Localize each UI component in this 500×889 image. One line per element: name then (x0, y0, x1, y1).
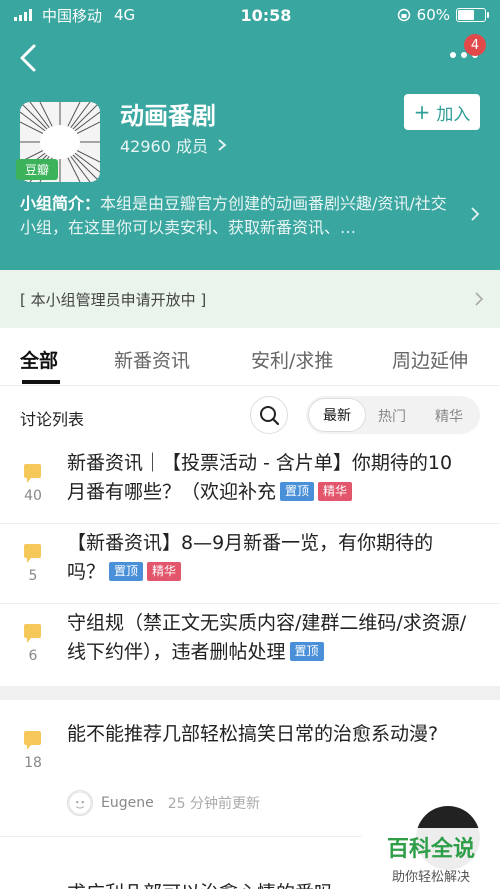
member-count: 42960 成员 (120, 137, 208, 156)
chevron-right-icon (471, 207, 480, 221)
signal-icon (14, 9, 32, 21)
watermark: 百科全说 助你轻松解决 (362, 828, 500, 889)
group-name: 动画番剧 (120, 102, 216, 130)
comment-count: 40 (24, 488, 42, 504)
section-divider (0, 686, 500, 700)
list-item[interactable]: 5 【新番资讯】8—9月新番一览，有你期待的吗？ 置顶 精华 (0, 524, 500, 604)
search-icon (260, 406, 280, 426)
battery-icon (456, 8, 489, 22)
category-tabs: 全部 新番资讯 安利/求推 周边延伸 (0, 328, 500, 386)
rotation-lock-icon (397, 8, 410, 22)
watermark-title: 百科全说 (386, 837, 475, 862)
post-title-wrap: 新番资讯｜【投票活动 - 含片单】你期待的10月番有哪些？（欢迎补充 置顶 精华 (67, 449, 470, 507)
admin-notice[interactable]: [ 本小组管理员申请开放中 ] (0, 270, 500, 328)
join-button[interactable]: + 加入 (404, 94, 480, 130)
member-count-link[interactable]: 42960 成员 (120, 133, 227, 157)
sort-best[interactable]: 精华 (435, 406, 463, 426)
clock: 10:58 (240, 5, 292, 25)
plus-icon: + (413, 100, 431, 124)
post-title: 守组规（禁正文无实质内容/建群二维码/求资源/线下约伴），违者删帖处理 (67, 612, 467, 663)
post-title: 新番资讯｜【投票活动 - 含片单】你期待的10月番有哪些？（欢迎补充 (67, 452, 453, 503)
active-tab-indicator (22, 380, 60, 384)
partial-post-title[interactable]: 求广利几部可以治愈心情的番吗 (67, 878, 333, 889)
avatar (67, 790, 93, 816)
pinned-badge: 置顶 (109, 562, 144, 581)
search-button[interactable] (250, 396, 288, 434)
post-title-wrap: 【新番资讯】8—9月新番一览，有你期待的吗？ 置顶 精华 (67, 529, 470, 587)
status-bar: 中国移动 4G 10:58 60% (0, 0, 500, 30)
more-dot-icon (461, 52, 467, 58)
author-info: Eugene 25 分钟前更新 (67, 790, 260, 816)
pinned-badge: 置顶 (280, 482, 315, 501)
author-name[interactable]: Eugene (101, 795, 154, 811)
tab-recommend[interactable]: 安利/求推 (251, 346, 333, 373)
tab-merch[interactable]: 周边延伸 (392, 346, 468, 373)
back-button[interactable] (14, 40, 44, 76)
chevron-right-icon (475, 292, 484, 306)
intro-label: 小组简介： (20, 194, 101, 213)
featured-badge: 精华 (318, 482, 353, 501)
network-label: 4G (114, 6, 136, 24)
comment-icon (24, 731, 41, 750)
group-intro[interactable]: 小组简介：本组是由豆瓣官方创建的动画番剧兴趣/资讯/社交小组，在这里你可以卖安利… (0, 186, 500, 270)
watermark-subtitle: 助你轻松解决 (391, 870, 470, 885)
post-title-wrap: 守组规（禁正文无实质内容/建群二维码/求资源/线下约伴），违者删帖处理 置顶 (67, 609, 470, 667)
featured-badge: 精华 (147, 562, 182, 581)
carrier-label: 中国移动 (42, 6, 103, 25)
list-item[interactable]: 40 新番资讯｜【投票活动 - 含片单】你期待的10月番有哪些？（欢迎补充 置顶精… (0, 444, 500, 524)
update-time: 25 分钟前更新 (167, 796, 260, 812)
chevron-right-icon (218, 139, 227, 151)
comment-count: 5 (28, 568, 38, 584)
list-item[interactable]: 6 守组规（禁正文无实质内容/建群二维码/求资源/线下约伴），违者删帖处理 置顶 (0, 604, 500, 686)
comment-icon (24, 544, 41, 563)
sort-latest[interactable]: 最新 (308, 398, 366, 432)
group-info: 豆瓣 动画番剧 42960 成员 + 加入 (0, 86, 500, 186)
comment-icon (24, 464, 41, 483)
back-arrow-icon (20, 44, 36, 72)
comment-icon (24, 624, 41, 643)
notification-badge: 4 (464, 34, 486, 56)
list-title: 讨论列表 (20, 410, 85, 429)
comment-count: 18 (24, 755, 42, 771)
pinned-badge: 置顶 (289, 642, 324, 661)
post-title: 能不能推荐几部轻松搞笑日常的治愈系动漫? (67, 723, 439, 745)
douban-tag: 豆瓣 (16, 159, 59, 180)
nav-bar: 4 (0, 30, 500, 86)
tab-all[interactable]: 全部 (20, 346, 58, 373)
notice-text: [ 本小组管理员申请开放中 ] (20, 290, 207, 309)
join-label: 加入 (436, 104, 471, 125)
sort-switch: 最新 热门 精华 (306, 396, 480, 434)
discussion-list-header: 讨论列表 最新 热门 精华 (0, 386, 500, 444)
battery-percent: 60% (416, 6, 450, 24)
sort-hot[interactable]: 热门 (378, 406, 406, 426)
comment-count: 6 (28, 648, 38, 664)
tab-news[interactable]: 新番资讯 (114, 346, 190, 373)
more-dot-icon (450, 52, 456, 58)
group-header: 中国移动 4G 10:58 60% 4 豆瓣 动画番剧 42960 成员 + 加… (0, 0, 500, 270)
